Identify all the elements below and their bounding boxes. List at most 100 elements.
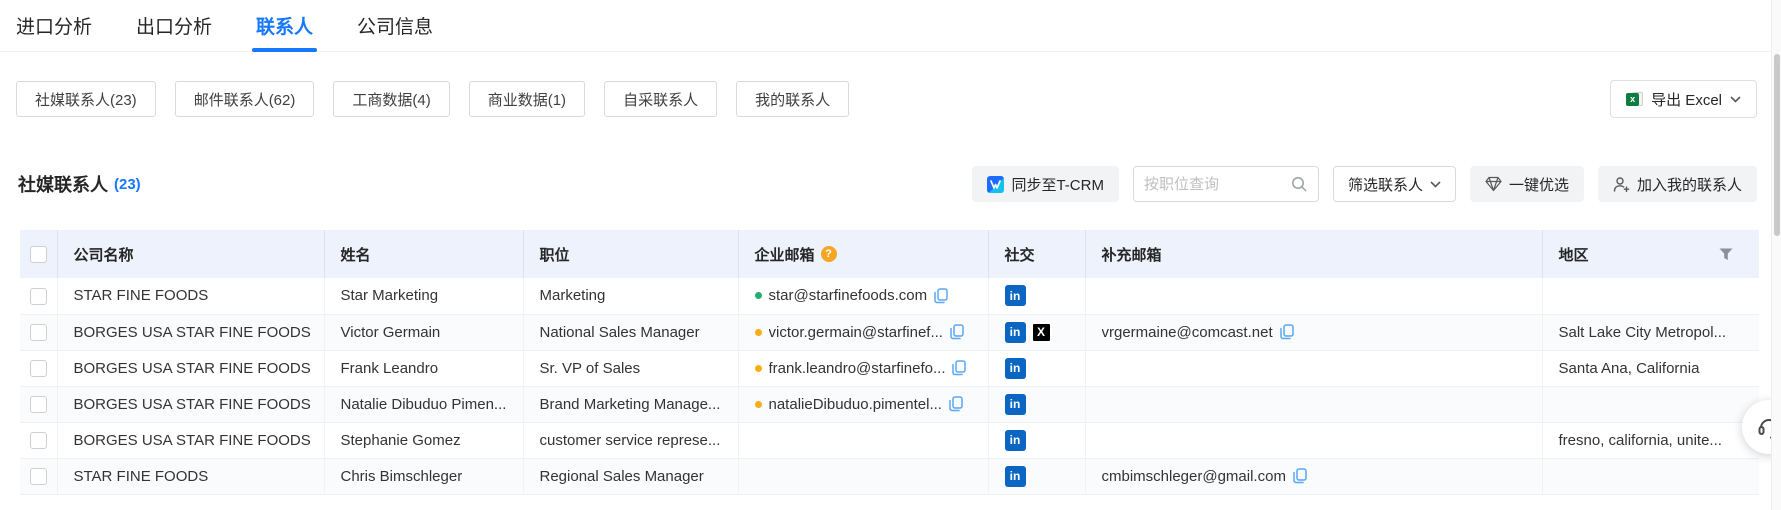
cell-name: Stephanie Gomez xyxy=(324,422,523,458)
cell-company: STAR FINE FOODS xyxy=(57,458,324,494)
search-by-title-input[interactable] xyxy=(1144,176,1291,193)
chip-social-contacts[interactable]: 社媒联系人(23) xyxy=(16,81,156,117)
cell-region: Santa Ana, California xyxy=(1542,350,1759,386)
row-checkbox[interactable] xyxy=(30,468,47,485)
email-status-dot xyxy=(755,365,762,372)
tab-contacts[interactable]: 联系人 xyxy=(256,0,313,52)
copy-icon[interactable] xyxy=(952,360,966,376)
linkedin-icon[interactable]: in xyxy=(1005,285,1026,306)
export-excel-label: 导出 Excel xyxy=(1651,89,1722,110)
chip-my-contacts[interactable]: 我的联系人 xyxy=(736,81,849,117)
cell-region xyxy=(1542,278,1759,314)
cell-company-email: victor.germain@starfinef... xyxy=(738,314,988,350)
cell-title: Sr. VP of Sales xyxy=(523,350,738,386)
copy-icon[interactable] xyxy=(1293,468,1307,484)
gem-icon xyxy=(1485,176,1502,192)
filter-funnel-icon[interactable] xyxy=(1719,248,1733,261)
contacts-page: 进口分析 出口分析 联系人 公司信息 社媒联系人(23) 邮件联系人(62) 工… xyxy=(0,0,1781,510)
table-row: BORGES USA STAR FINE FOODS Stephanie Gom… xyxy=(20,422,1759,458)
chip-business-registry[interactable]: 工商数据(4) xyxy=(333,81,449,117)
section-header-row: 社媒联系人 (23) 同步至T-CRM 筛选联系人 xyxy=(0,166,1781,202)
contacts-table: 公司名称 姓名 职位 企业邮箱 ? 社交 补充邮箱 地区 xyxy=(20,230,1759,495)
search-icon xyxy=(1291,176,1308,193)
tab-export-analysis[interactable]: 出口分析 xyxy=(136,0,212,52)
row-checkbox[interactable] xyxy=(30,324,47,341)
linkedin-icon[interactable]: in xyxy=(1005,394,1026,415)
copy-icon[interactable] xyxy=(949,396,963,412)
chip-commercial-data[interactable]: 商业数据(1) xyxy=(469,81,585,117)
linkedin-icon[interactable]: in xyxy=(1005,358,1026,379)
copy-icon[interactable] xyxy=(950,324,964,340)
select-all-checkbox[interactable] xyxy=(30,246,47,263)
scrollbar-track xyxy=(1771,0,1781,510)
one-click-optimize-button[interactable]: 一键优选 xyxy=(1470,166,1584,202)
linkedin-icon[interactable]: in xyxy=(1005,430,1026,451)
column-title: 职位 xyxy=(523,230,738,278)
email-status-dot xyxy=(755,329,762,336)
cell-alt-email xyxy=(1085,278,1542,314)
tab-company-info[interactable]: 公司信息 xyxy=(357,0,433,52)
cell-company-email: natalieDibuduo.pimentel... xyxy=(738,386,988,422)
tab-import-analysis[interactable]: 进口分析 xyxy=(16,0,92,52)
cell-social: in X xyxy=(988,314,1085,350)
cell-name: Victor Germain xyxy=(324,314,523,350)
cell-title: Regional Sales Manager xyxy=(523,458,738,494)
cell-title: Marketing xyxy=(523,278,738,314)
help-icon[interactable]: ? xyxy=(821,246,837,262)
filter-contacts-label: 筛选联系人 xyxy=(1348,174,1423,195)
x-twitter-icon[interactable]: X xyxy=(1031,322,1052,343)
column-alt-email: 补充邮箱 xyxy=(1085,230,1542,278)
sync-to-tcrm-button[interactable]: 同步至T-CRM xyxy=(972,166,1119,202)
cell-social: in xyxy=(988,422,1085,458)
cell-company-email: star@starfinefoods.com xyxy=(738,278,988,314)
chip-self-collected[interactable]: 自采联系人 xyxy=(604,81,717,117)
row-checkbox[interactable] xyxy=(30,360,47,377)
row-checkbox[interactable] xyxy=(30,432,47,449)
cell-name: Chris Bimschleger xyxy=(324,458,523,494)
add-to-my-contacts-label: 加入我的联系人 xyxy=(1637,174,1742,195)
cell-social: in xyxy=(988,350,1085,386)
cell-alt-email: vrgermaine@comcast.net xyxy=(1085,314,1542,350)
copy-icon[interactable] xyxy=(1280,324,1294,340)
cell-region: Salt Lake City Metropol... xyxy=(1542,314,1759,350)
column-region: 地区 xyxy=(1542,230,1759,278)
export-excel-button[interactable]: x 导出 Excel xyxy=(1610,80,1757,118)
column-company: 公司名称 xyxy=(57,230,324,278)
cell-company-email: frank.leandro@starfinefo... xyxy=(738,350,988,386)
cell-title: Brand Marketing Manage... xyxy=(523,386,738,422)
section-title: 社媒联系人 xyxy=(18,171,108,197)
table-row: BORGES USA STAR FINE FOODS Victor Germai… xyxy=(20,314,1759,350)
row-checkbox[interactable] xyxy=(30,288,47,305)
table-row: STAR FINE FOODS Star Marketing Marketing… xyxy=(20,278,1759,314)
cell-company: BORGES USA STAR FINE FOODS xyxy=(57,314,324,350)
chip-email-contacts[interactable]: 邮件联系人(62) xyxy=(175,81,315,117)
cell-company: BORGES USA STAR FINE FOODS xyxy=(57,422,324,458)
linkedin-icon[interactable]: in xyxy=(1005,466,1026,487)
cell-name: Star Marketing xyxy=(324,278,523,314)
scrollbar-thumb[interactable] xyxy=(1774,54,1780,236)
column-social: 社交 xyxy=(988,230,1085,278)
excel-icon: x xyxy=(1626,91,1643,108)
cell-company: BORGES USA STAR FINE FOODS xyxy=(57,386,324,422)
table-header-row: 公司名称 姓名 职位 企业邮箱 ? 社交 补充邮箱 地区 xyxy=(20,230,1759,278)
cell-company-email xyxy=(738,458,988,494)
cell-alt-email xyxy=(1085,422,1542,458)
cell-region xyxy=(1542,458,1759,494)
cell-alt-email xyxy=(1085,350,1542,386)
filter-contacts-dropdown[interactable]: 筛选联系人 xyxy=(1333,166,1456,202)
cell-social: in xyxy=(988,278,1085,314)
cell-company: STAR FINE FOODS xyxy=(57,278,324,314)
sync-to-tcrm-label: 同步至T-CRM xyxy=(1011,174,1104,195)
section-count: (23) xyxy=(114,176,141,193)
chevron-down-icon xyxy=(1730,96,1741,103)
cell-name: Natalie Dibuduo Pimen... xyxy=(324,386,523,422)
cell-company: BORGES USA STAR FINE FOODS xyxy=(57,350,324,386)
cell-region xyxy=(1542,386,1759,422)
row-checkbox[interactable] xyxy=(30,396,47,413)
linkedin-icon[interactable]: in xyxy=(1005,322,1026,343)
tab-bar: 进口分析 出口分析 联系人 公司信息 xyxy=(0,0,1781,52)
cell-region: fresno, california, unite... xyxy=(1542,422,1759,458)
copy-icon[interactable] xyxy=(934,288,948,304)
add-to-my-contacts-button[interactable]: 加入我的联系人 xyxy=(1598,166,1757,202)
cell-social: in xyxy=(988,458,1085,494)
